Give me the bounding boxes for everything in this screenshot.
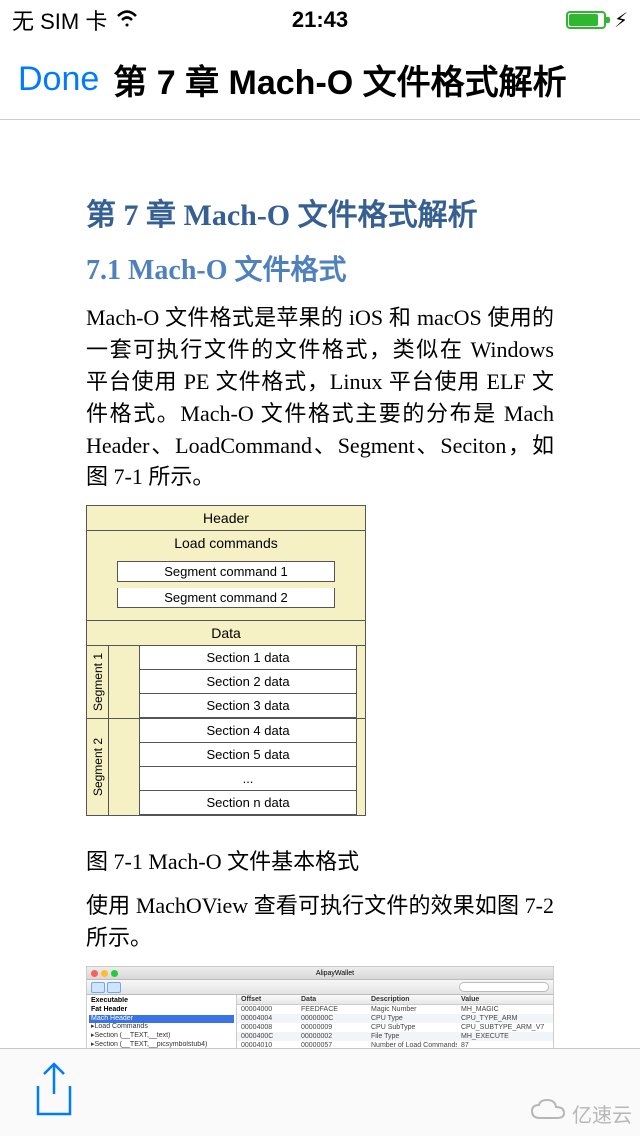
table-row: 0000400800000009CPU SubTypeCPU_SUBTYPE_A… — [237, 1023, 553, 1032]
cloud-icon — [530, 1098, 566, 1128]
column-header: Data — [297, 995, 367, 1004]
watermark-text: 亿速云 — [572, 1099, 632, 1128]
table-cell: File Type — [367, 1032, 457, 1041]
tree-item: Mach Header — [89, 1015, 234, 1024]
heading-1: 第 7 章 Mach-O 文件格式解析 — [86, 190, 554, 234]
tree-item: Executable — [89, 997, 234, 1006]
wifi-icon — [115, 7, 139, 33]
table-row: 00004000FEEDFACEMagic NumberMH_MAGIC — [237, 1005, 553, 1014]
diagram-seg2-label: Segment 2 — [91, 738, 105, 796]
diagram-header-label: Header — [87, 506, 365, 531]
paragraph: Mach-O 文件格式是苹果的 iOS 和 macOS 使用的一套可执行文件的文… — [86, 302, 554, 493]
tree-item: ▸Section (__TEXT,__picsymbolstub4) — [89, 1041, 234, 1048]
figure-7-1-diagram: Header Load commands Segment command 1 S… — [86, 505, 366, 816]
traffic-light-min-icon — [101, 970, 108, 977]
column-header: Value — [457, 995, 553, 1004]
carrier-label: 无 SIM 卡 — [12, 4, 107, 36]
diagram-section: Section n data — [139, 790, 357, 815]
table-cell: 00004004 — [237, 1014, 297, 1023]
table-cell: CPU_TYPE_ARM — [457, 1014, 553, 1023]
traffic-light-max-icon — [111, 970, 118, 977]
column-header: Description — [367, 995, 457, 1004]
share-button[interactable] — [32, 1062, 76, 1123]
diagram-segcmd-1: Segment command 1 — [117, 561, 335, 582]
table-cell: CPU SubType — [367, 1023, 457, 1032]
table-cell: MH_MAGIC — [457, 1005, 553, 1014]
diagram-seg1-label: Segment 1 — [91, 653, 105, 711]
table-cell: 00000002 — [297, 1032, 367, 1041]
table-cell: CPU_SUBTYPE_ARM_V7 — [457, 1023, 553, 1032]
table-row: 0000400C00000002File TypeMH_EXECUTE — [237, 1032, 553, 1041]
table-cell: MH_EXECUTE — [457, 1032, 553, 1041]
table-cell: 00000009 — [297, 1023, 367, 1032]
nav-bar: Done 第 7 章 Mach-O 文件格式解析 — [0, 40, 640, 120]
table-cell: CPU Type — [367, 1014, 457, 1023]
traffic-light-close-icon — [91, 970, 98, 977]
figure-caption: 图 7-1 Mach-O 文件基本格式 — [86, 846, 554, 878]
diagram-section: Section 5 data — [139, 742, 357, 767]
diagram-section: ... — [139, 766, 357, 791]
tree-item: ▸Section (__TEXT,__text) — [89, 1032, 234, 1041]
diagram-segcmd-2: Segment command 2 — [117, 588, 335, 608]
diagram-section: Section 3 data — [139, 693, 357, 718]
table-cell: 0000000C — [297, 1014, 367, 1023]
diagram-section: Section 4 data — [139, 718, 357, 743]
tree-item: Fat Header — [89, 1006, 234, 1015]
document-content[interactable]: 第 7 章 Mach-O 文件格式解析 7.1 Mach-O 文件格式 Mach… — [0, 120, 640, 1048]
column-header: Offset — [237, 995, 297, 1004]
heading-2: 7.1 Mach-O 文件格式 — [86, 248, 554, 288]
done-button[interactable]: Done — [18, 60, 99, 99]
table-cell: 00004008 — [237, 1023, 297, 1032]
charging-icon: ⚡︎ — [614, 8, 628, 33]
search-field — [459, 982, 549, 992]
table-row: 000040040000000CCPU TypeCPU_TYPE_ARM — [237, 1014, 553, 1023]
diagram-data-label: Data — [87, 620, 365, 646]
diagram-loadcmd-label: Load commands — [87, 531, 365, 555]
table-cell: FEEDFACE — [297, 1005, 367, 1014]
watermark: 亿速云 — [530, 1098, 632, 1128]
paragraph: 使用 MachOView 查看可执行文件的效果如图 7-2 所示。 — [86, 890, 554, 954]
data-table: OffsetDataDescriptionValue 00004000FEEDF… — [237, 995, 553, 1048]
window-title: AlipayWallet — [316, 970, 354, 977]
battery-icon — [566, 11, 606, 29]
share-icon — [32, 1105, 76, 1122]
back-button-icon — [91, 982, 105, 993]
clock: 21:43 — [292, 7, 348, 33]
toolbar — [87, 979, 553, 995]
window-titlebar: AlipayWallet — [87, 967, 553, 979]
table-cell: 00004000 — [237, 1005, 297, 1014]
tree-sidebar: ExecutableFat HeaderMach Header▸Load Com… — [87, 995, 237, 1048]
tree-item: ▸Load Commands — [89, 1023, 234, 1032]
status-bar: 无 SIM 卡 21:43 ⚡︎ — [0, 0, 640, 40]
table-cell: Magic Number — [367, 1005, 457, 1014]
page-title: 第 7 章 Mach-O 文件格式解析 — [113, 55, 566, 104]
table-cell: 0000400C — [237, 1032, 297, 1041]
diagram-section: Section 1 data — [139, 645, 357, 670]
figure-7-2-machoview: AlipayWallet ExecutableFat HeaderMach He… — [86, 966, 554, 1048]
forward-button-icon — [107, 982, 121, 993]
diagram-section: Section 2 data — [139, 669, 357, 694]
